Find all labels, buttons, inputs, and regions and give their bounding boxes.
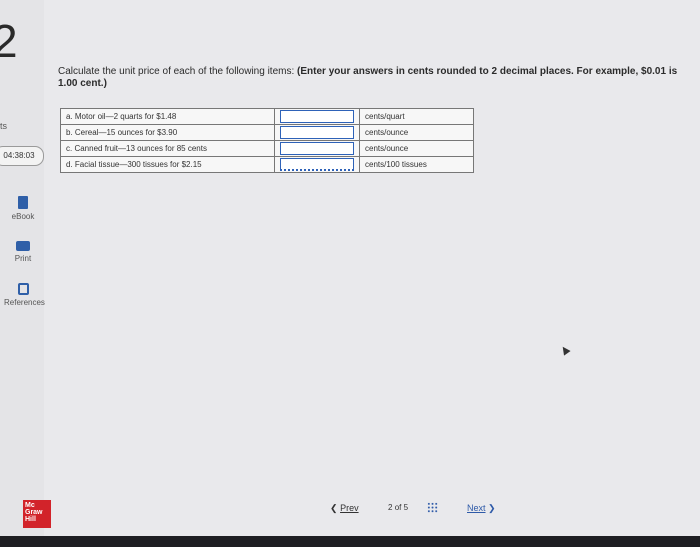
- answer-input-a[interactable]: [280, 110, 354, 123]
- total-pages: 5: [403, 503, 409, 512]
- table-row: c. Canned fruit—13 ounces for 85 cents c…: [60, 140, 474, 157]
- chevron-right-icon: ❯: [488, 503, 496, 513]
- references-label: References: [4, 298, 45, 307]
- answer-cell: [274, 140, 360, 157]
- mouse-cursor-icon: [559, 344, 571, 356]
- question-navigation: ❮ Prev 2 of 5 Next ❯: [322, 500, 512, 518]
- answer-input-c[interactable]: [280, 142, 354, 155]
- logo-line: Hill: [25, 516, 36, 523]
- timer: 04:38:03: [0, 146, 44, 166]
- answer-input-b[interactable]: [280, 126, 354, 139]
- ebook-button[interactable]: eBook: [4, 196, 42, 221]
- table-row: a. Motor oil—2 quarts for $1.48 cents/qu…: [60, 108, 474, 125]
- table-row: b. Cereal—15 ounces for $3.90 cents/ounc…: [60, 124, 474, 141]
- answer-cell: [274, 156, 360, 173]
- prev-label: Prev: [340, 503, 359, 513]
- of-label: of: [394, 503, 402, 512]
- references-button[interactable]: References: [4, 283, 45, 307]
- chevron-left-icon: ❮: [330, 503, 338, 513]
- points-label: ts: [0, 121, 8, 131]
- unit-label: cents/100 tissues: [359, 156, 474, 173]
- logo-line: Graw: [25, 509, 43, 516]
- prompt-text: Calculate the unit price of each of the …: [58, 66, 298, 77]
- item-label: c. Canned fruit—13 ounces for 85 cents: [60, 140, 275, 157]
- next-label: Next: [467, 503, 486, 513]
- item-label: b. Cereal—15 ounces for $3.90: [60, 124, 275, 141]
- unit-label: cents/quart: [359, 108, 474, 125]
- current-page: 2: [388, 503, 393, 512]
- next-button[interactable]: Next ❯: [467, 503, 496, 514]
- mcgraw-hill-logo: Mc Graw Hill: [23, 500, 51, 528]
- logo-line: Mc: [25, 502, 35, 509]
- book-icon: [18, 196, 28, 209]
- bottom-bar: [0, 536, 700, 547]
- references-icon: [17, 283, 29, 295]
- table-row: d. Facial tissue—300 tissues for $2.15 c…: [60, 156, 474, 173]
- print-button[interactable]: Print: [4, 241, 42, 263]
- page-indicator: 2 of 5: [388, 503, 408, 512]
- unit-label: cents/ounce: [359, 140, 474, 157]
- ebook-label: eBook: [11, 212, 35, 221]
- question-prompt: Calculate the unit price of each of the …: [58, 66, 688, 90]
- answer-cell: [274, 108, 360, 125]
- sidebar: 2 ts 04:38:03 eBook Print References: [0, 0, 45, 547]
- answer-input-d[interactable]: [280, 158, 354, 171]
- answer-table: a. Motor oil—2 quarts for $1.48 cents/qu…: [60, 108, 474, 173]
- print-label: Print: [14, 254, 32, 263]
- answer-cell: [274, 124, 360, 141]
- question-number: 2: [0, 15, 18, 67]
- grid-icon[interactable]: [427, 502, 438, 513]
- item-label: d. Facial tissue—300 tissues for $2.15: [60, 156, 275, 173]
- item-label: a. Motor oil—2 quarts for $1.48: [60, 108, 275, 125]
- prev-button[interactable]: ❮ Prev: [330, 503, 359, 514]
- printer-icon: [16, 241, 30, 251]
- unit-label: cents/ounce: [359, 124, 474, 141]
